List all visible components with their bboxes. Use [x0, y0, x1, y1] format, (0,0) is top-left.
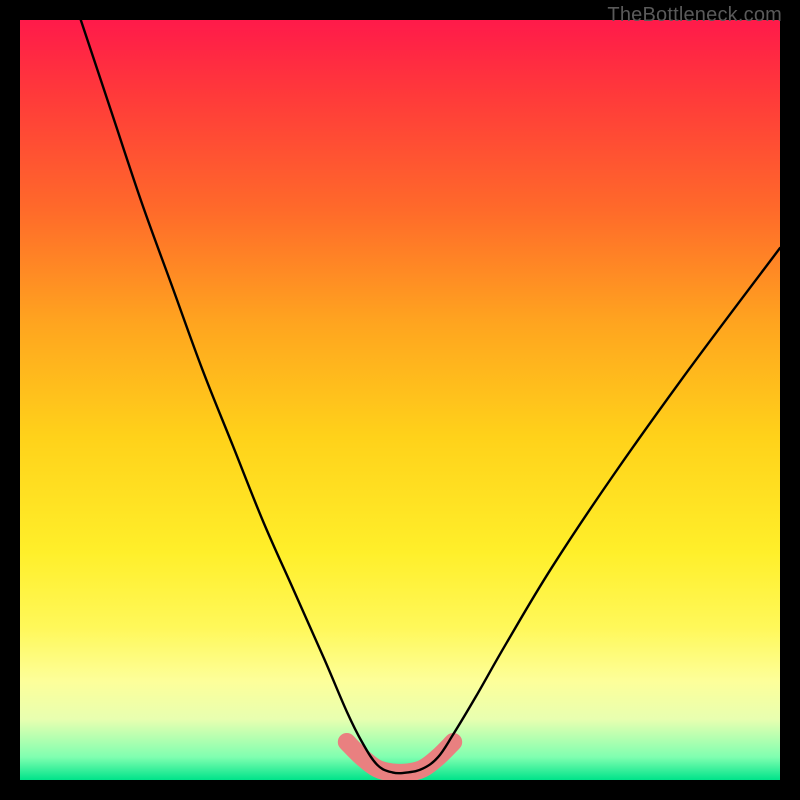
curve-layer: [20, 20, 780, 780]
bottleneck-curve: [81, 20, 780, 773]
chart-frame: TheBottleneck.com: [0, 0, 800, 800]
watermark-text: TheBottleneck.com: [607, 4, 782, 27]
plot-area: [20, 20, 780, 780]
